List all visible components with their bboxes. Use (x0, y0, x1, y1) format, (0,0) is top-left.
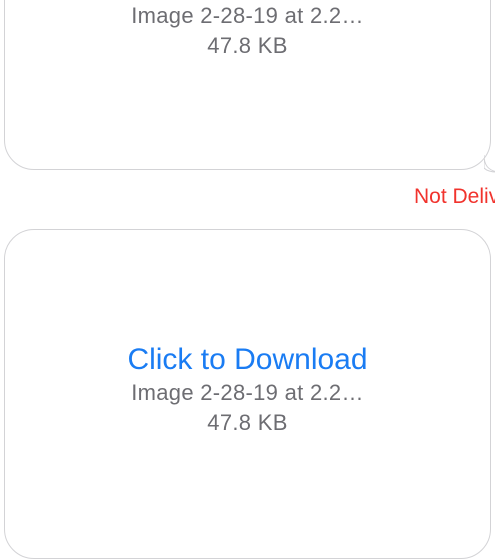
attachment-bubble[interactable]: Image 2-28-19 at 2.2… 47.8 KB (4, 0, 495, 173)
attachment-bubble[interactable]: Click to Download Image 2-28-19 at 2.2… … (4, 229, 491, 559)
delivery-status-container: Not Delivered (295, 184, 495, 212)
attachment-filesize: 47.8 KB (207, 410, 288, 435)
attachment-filename: Image 2-28-19 at 2.2… (131, 380, 364, 405)
download-link[interactable]: Click to Download (5, 342, 490, 378)
attachment-info: Click to Download Image 2-28-19 at 2.2… … (5, 342, 490, 438)
attachment-info: Image 2-28-19 at 2.2… 47.8 KB (5, 1, 490, 61)
attachment-filename: Image 2-28-19 at 2.2… (131, 3, 364, 28)
delivery-status[interactable]: Not Delivered (414, 184, 495, 210)
bubble-tail-icon (484, 155, 495, 173)
attachment-filesize: 47.8 KB (207, 33, 288, 58)
